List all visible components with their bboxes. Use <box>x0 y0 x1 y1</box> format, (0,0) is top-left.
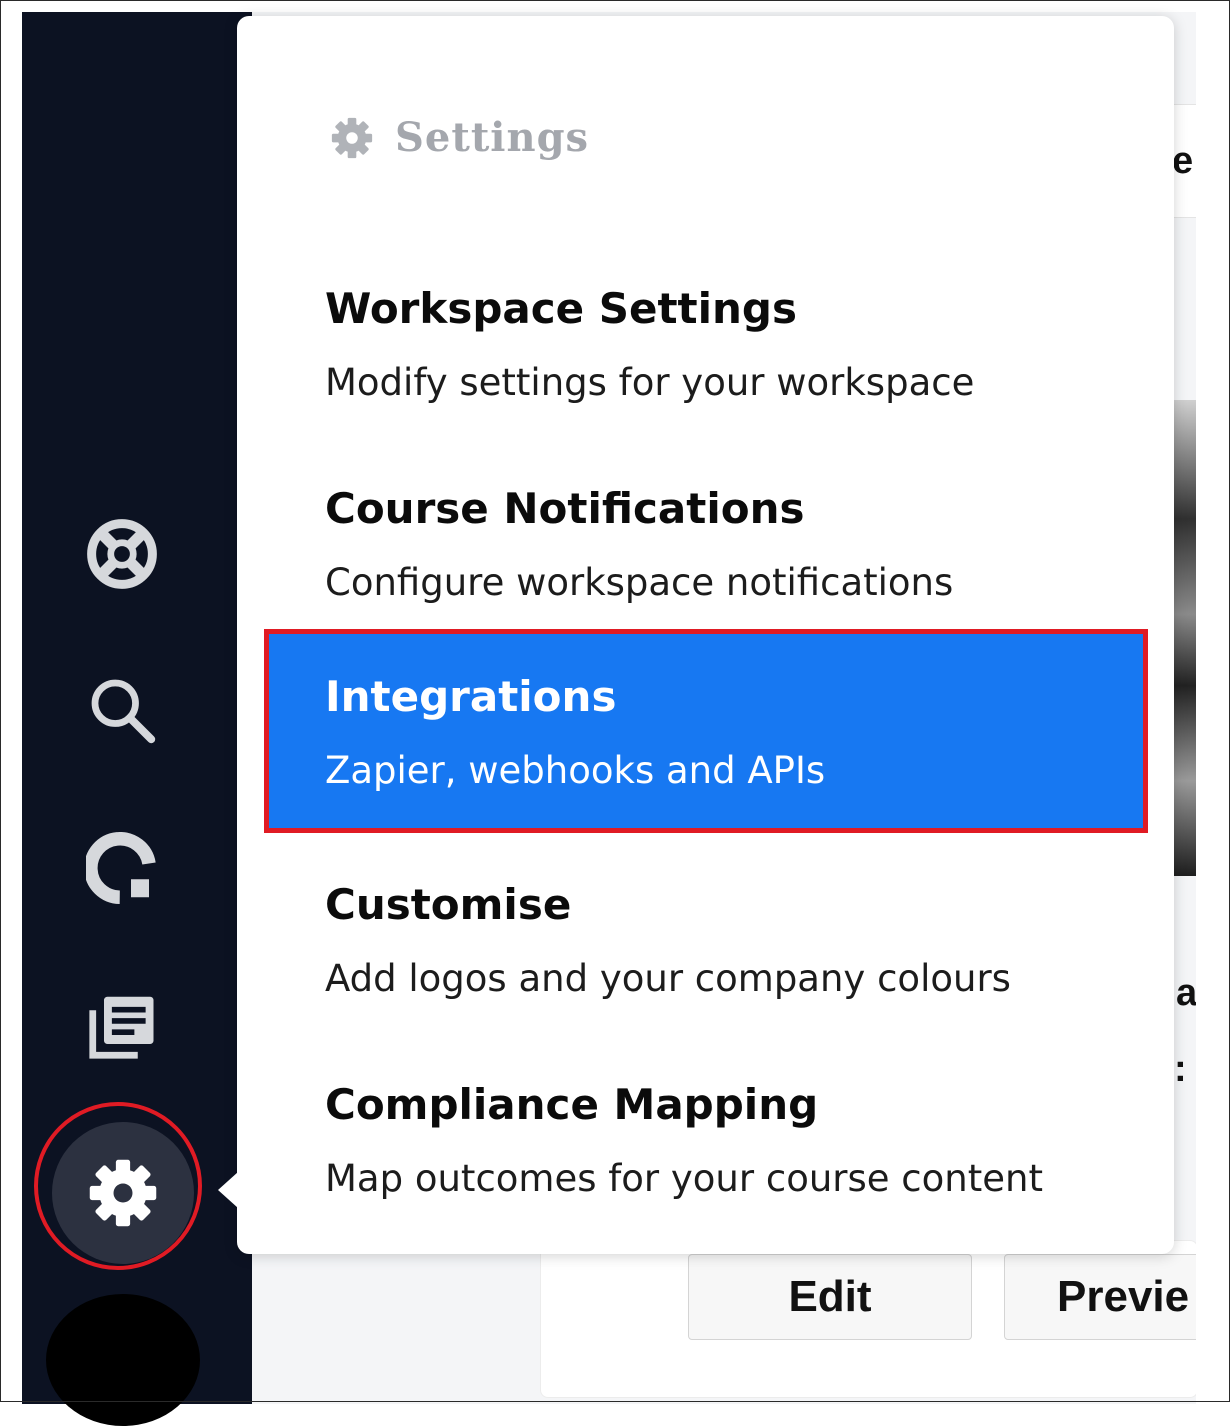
library-button[interactable] <box>82 986 162 1066</box>
menu-item-description: Zapier, webhooks and APIs <box>325 749 826 792</box>
background-partial-text: : <box>1174 1048 1187 1090</box>
menu-item-description: Configure workspace notifications <box>325 561 954 604</box>
menu-item-description: Map outcomes for your course content <box>325 1157 1043 1200</box>
preview-button[interactable]: Previe <box>1004 1254 1224 1340</box>
avatar[interactable] <box>46 1294 200 1426</box>
library-icon <box>89 996 154 1059</box>
help-lifebuoy-icon <box>87 519 157 589</box>
menu-item-compliance-mapping[interactable]: Compliance Mapping Map outcomes for your… <box>325 1080 1043 1202</box>
menu-item-description: Add logos and your company colours <box>325 957 1011 1000</box>
edit-button[interactable]: Edit <box>688 1254 972 1340</box>
menu-item-course-notifications[interactable]: Course Notifications Configure workspace… <box>325 484 953 606</box>
background-partial-text: e <box>1172 140 1194 182</box>
search-icon <box>91 679 156 744</box>
menu-item-title: Compliance Mapping <box>325 1080 819 1129</box>
menu-item-title: Customise <box>325 880 572 929</box>
menu-item-title: Integrations <box>325 672 617 721</box>
search-button[interactable] <box>82 670 162 750</box>
menu-item-customise[interactable]: Customise Add logos and your company col… <box>325 880 1011 1002</box>
analytics-button[interactable] <box>82 828 162 908</box>
menu-item-workspace-settings[interactable]: Workspace Settings Modify settings for y… <box>325 284 974 406</box>
menu-item-title: Course Notifications <box>325 484 805 533</box>
help-button[interactable] <box>82 514 162 594</box>
menu-header-label: Settings <box>395 114 590 161</box>
gear-icon <box>331 117 373 158</box>
menu-item-title: Workspace Settings <box>325 284 797 333</box>
menu-item-description: Modify settings for your workspace <box>325 361 975 404</box>
menu-header: Settings <box>329 114 589 161</box>
menu-pointer <box>218 1172 238 1208</box>
background-partial-text: a <box>1176 972 1198 1014</box>
analytics-icon <box>86 832 156 904</box>
viewport-edge <box>1196 12 1230 1402</box>
annotation-highlight-ring <box>34 1102 202 1270</box>
menu-item-integrations[interactable]: Integrations Zapier, webhooks and APIs <box>264 629 1148 833</box>
